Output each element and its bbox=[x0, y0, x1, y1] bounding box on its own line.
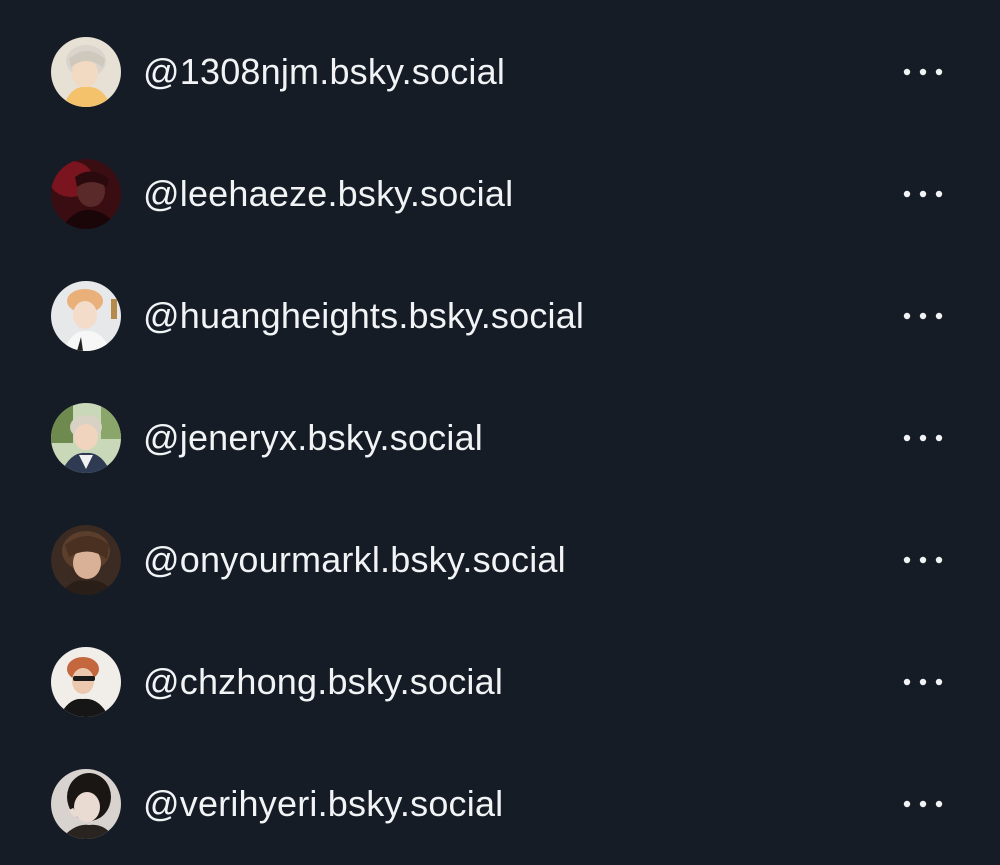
avatar[interactable] bbox=[51, 525, 121, 595]
more-options-button[interactable] bbox=[895, 540, 951, 580]
account-handle[interactable]: @chzhong.bsky.social bbox=[143, 661, 503, 703]
account-handle[interactable]: @verihyeri.bsky.social bbox=[143, 783, 503, 825]
account-handle[interactable]: @jeneryx.bsky.social bbox=[143, 417, 483, 459]
more-horizontal-icon bbox=[901, 799, 945, 809]
more-horizontal-icon bbox=[901, 67, 945, 77]
more-options-button[interactable] bbox=[895, 174, 951, 214]
account-handle[interactable]: @1308njm.bsky.social bbox=[143, 51, 505, 93]
avatar[interactable] bbox=[51, 281, 121, 351]
account-row[interactable]: @huangheights.bsky.social bbox=[0, 255, 1000, 377]
account-row[interactable]: @onyourmarkl.bsky.social bbox=[0, 499, 1000, 621]
account-row[interactable]: @1308njm.bsky.social bbox=[0, 11, 1000, 133]
account-row[interactable]: @leehaeze.bsky.social bbox=[0, 133, 1000, 255]
account-list: @1308njm.bsky.social @leehaeze.bsky.soci… bbox=[0, 0, 1000, 861]
more-options-button[interactable] bbox=[895, 296, 951, 336]
more-options-button[interactable] bbox=[895, 784, 951, 824]
more-horizontal-icon bbox=[901, 311, 945, 321]
account-handle[interactable]: @huangheights.bsky.social bbox=[143, 295, 584, 337]
more-options-button[interactable] bbox=[895, 52, 951, 92]
avatar[interactable] bbox=[51, 403, 121, 473]
more-horizontal-icon bbox=[901, 677, 945, 687]
avatar[interactable] bbox=[51, 37, 121, 107]
more-options-button[interactable] bbox=[895, 662, 951, 702]
avatar[interactable] bbox=[51, 159, 121, 229]
more-horizontal-icon bbox=[901, 555, 945, 565]
more-horizontal-icon bbox=[901, 433, 945, 443]
avatar[interactable] bbox=[51, 647, 121, 717]
account-row[interactable]: @chzhong.bsky.social bbox=[0, 621, 1000, 743]
account-row[interactable]: @verihyeri.bsky.social bbox=[0, 743, 1000, 865]
account-handle[interactable]: @leehaeze.bsky.social bbox=[143, 173, 513, 215]
avatar[interactable] bbox=[51, 769, 121, 839]
more-options-button[interactable] bbox=[895, 418, 951, 458]
more-horizontal-icon bbox=[901, 189, 945, 199]
account-handle[interactable]: @onyourmarkl.bsky.social bbox=[143, 539, 566, 581]
account-row[interactable]: @jeneryx.bsky.social bbox=[0, 377, 1000, 499]
